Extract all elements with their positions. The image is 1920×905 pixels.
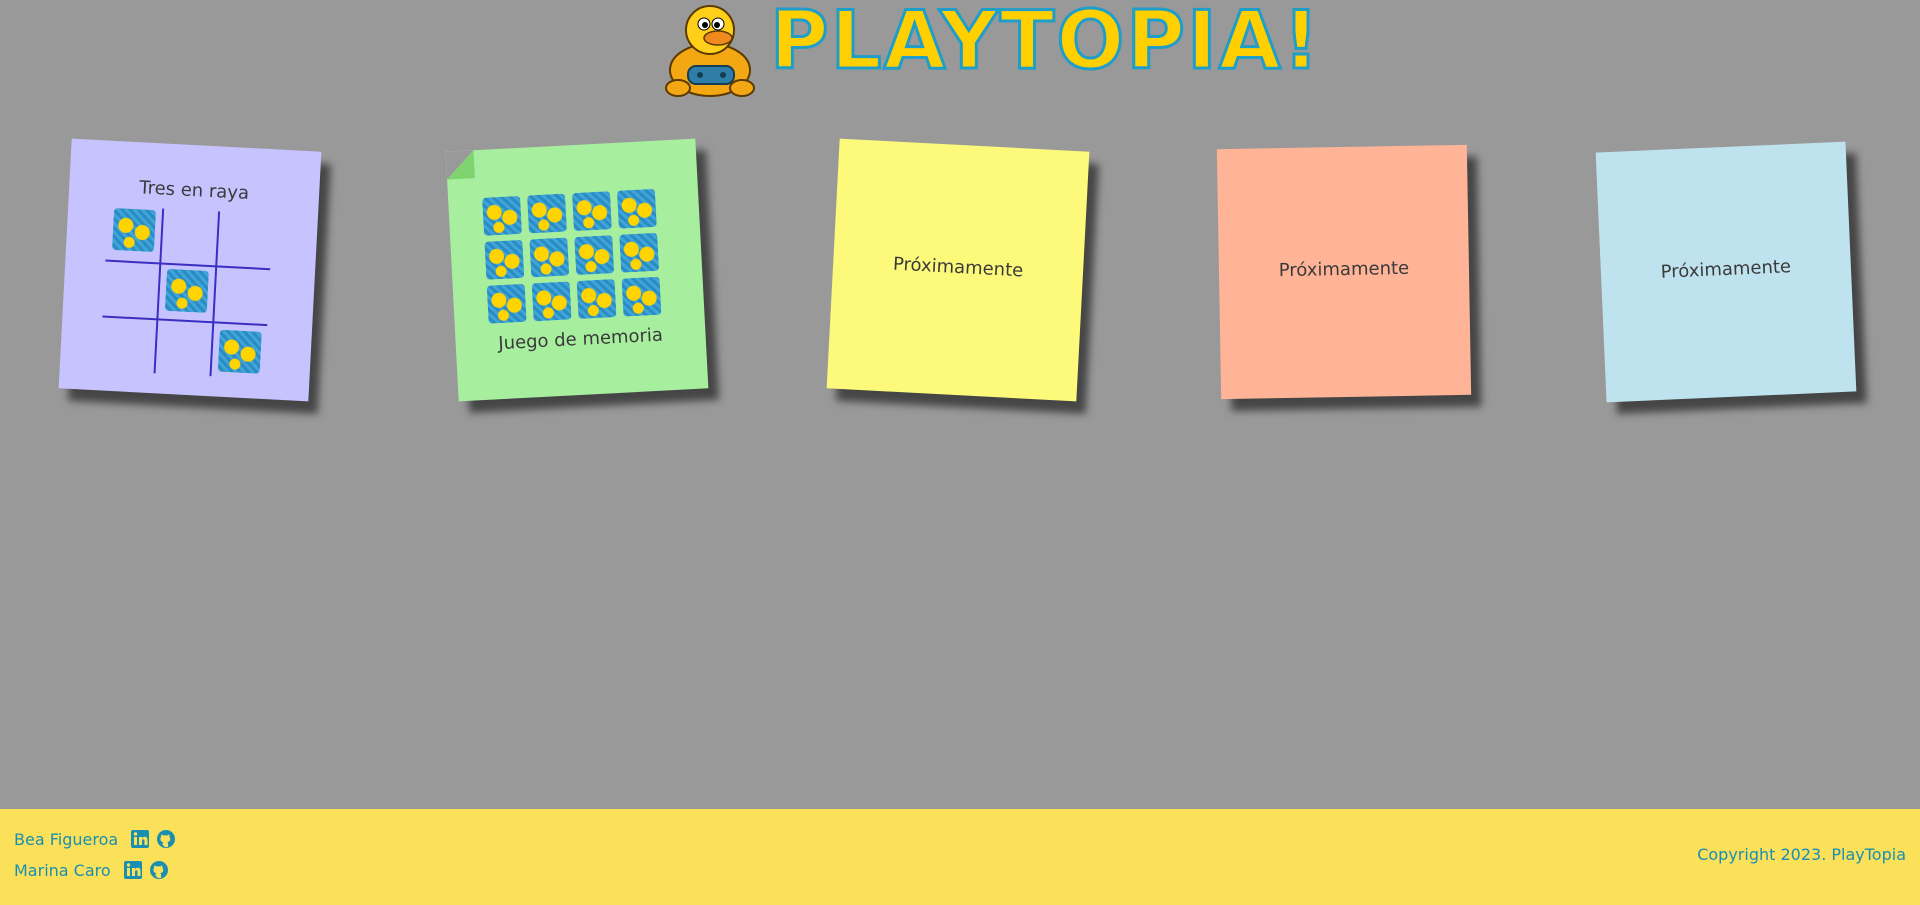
duck-tile-icon: [484, 239, 525, 280]
duck-tile-icon: [482, 195, 523, 236]
game-card-juego-de-memoria[interactable]: Juego de memoria: [445, 138, 709, 402]
site-logo-text: PLAYTOPIA!: [768, 0, 1322, 87]
game-card-coming-soon: Próximamente: [1595, 141, 1857, 403]
duck-tile-icon: [217, 329, 262, 374]
author-name: Marina Caro: [14, 860, 111, 880]
duck-tile-icon: [571, 191, 612, 232]
corner-fold: [50, 382, 63, 395]
game-card-coming-soon: Próximamente: [1216, 144, 1472, 400]
duck-tile-icon: [527, 193, 567, 234]
duck-mascot-logo: [665, 5, 755, 97]
header: PLAYTOPIA!: [660, 0, 1321, 100]
game-card-label: Juego de memoria: [497, 324, 664, 355]
duck-tile-icon: [619, 232, 660, 273]
tic-tac-toe-board: [100, 206, 273, 379]
game-card-label: Próximamente: [892, 253, 1024, 282]
linkedin-icon[interactable]: [123, 860, 143, 880]
game-card-label: Próximamente: [1660, 256, 1792, 283]
game-card-label: Próximamente: [1278, 257, 1410, 282]
duck-tile-icon: [111, 207, 157, 253]
duck-tile-icon: [616, 188, 657, 229]
footer: Bea Figueroa Marina Caro Copyright 2023.…: [0, 809, 1920, 905]
game-card-label: Tres en raya: [138, 177, 250, 204]
game-card-coming-soon: Próximamente: [826, 138, 1090, 402]
github-icon[interactable]: [156, 829, 176, 849]
linkedin-icon[interactable]: [130, 829, 150, 849]
copyright-text: Copyright 2023. PlayTopia: [1697, 845, 1906, 864]
duck-tile-icon: [621, 276, 662, 317]
author-name: Bea Figueroa: [14, 829, 119, 849]
game-card-tres-en-raya[interactable]: Tres en raya: [59, 138, 322, 402]
memory-card-grid: [482, 188, 668, 325]
github-icon[interactable]: [149, 860, 169, 880]
duck-tile-icon: [529, 237, 570, 278]
duck-tile-icon: [531, 281, 572, 322]
duck-tile-icon: [486, 283, 527, 324]
author-bea-figueroa: Bea Figueroa: [14, 829, 176, 849]
author-marina-caro: Marina Caro: [14, 860, 169, 880]
duck-tile-icon: [164, 268, 209, 313]
duck-tile-icon: [574, 235, 615, 276]
duck-tile-icon: [576, 279, 617, 319]
